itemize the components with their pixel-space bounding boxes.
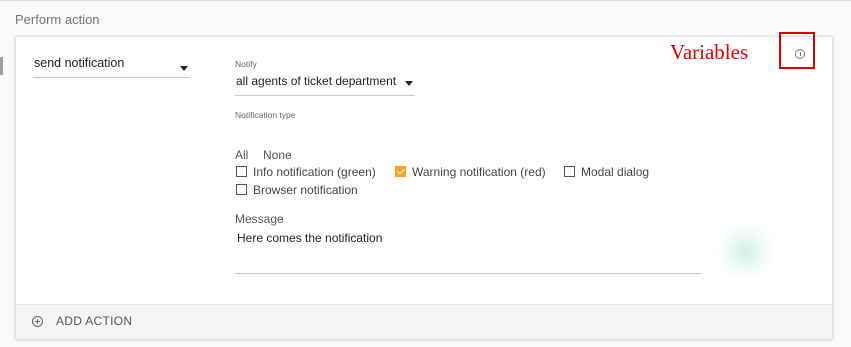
chevron-down-icon [405, 81, 413, 86]
notify-select[interactable]: all agents of ticket department [235, 71, 415, 96]
checkbox-checked-icon [395, 166, 406, 177]
checkbox-label: Browser notification [253, 182, 358, 197]
message-label: Message [235, 212, 284, 226]
notification-type-label: Notification type [235, 110, 296, 120]
checkbox-label: Warning notification (red) [412, 164, 546, 179]
button-ripple-glow [711, 222, 781, 280]
checkbox-browser-notification[interactable]: Browser notification [236, 182, 358, 197]
checkbox-warning-notification[interactable]: Warning notification (red) [395, 164, 546, 179]
select-none-link[interactable]: None [263, 148, 292, 162]
action-card: send notification Notify all agents of t… [15, 36, 833, 339]
checkbox-info-notification[interactable]: Info notification (green) [236, 164, 376, 179]
checkbox-icon [236, 184, 247, 195]
section-title: Perform action [15, 12, 100, 27]
action-type-value: send notification [34, 56, 125, 70]
left-scroll-marker [0, 57, 3, 75]
checkbox-modal-dialog[interactable]: Modal dialog [564, 164, 649, 179]
message-input[interactable]: Here comes the notification [235, 227, 702, 274]
info-icon[interactable] [795, 49, 805, 59]
select-all-link[interactable]: All [235, 148, 248, 162]
checkbox-icon [236, 166, 247, 177]
add-action-label: ADD ACTION [56, 314, 133, 328]
checkbox-label: Modal dialog [581, 164, 650, 179]
notify-value: all agents of ticket department [236, 74, 397, 88]
action-type-select[interactable]: send notification [33, 55, 190, 78]
top-divider [0, 0, 851, 1]
checkbox-icon [564, 166, 575, 177]
checkbox-label: Info notification (green) [253, 164, 376, 179]
chevron-down-icon [180, 66, 188, 71]
add-action-button[interactable]: ADD ACTION [16, 304, 832, 339]
annotation-label: Variables [670, 40, 749, 64]
message-value: Here comes the notification [237, 231, 383, 245]
plus-circle-icon [32, 316, 43, 327]
notify-label: Notify [235, 59, 257, 69]
